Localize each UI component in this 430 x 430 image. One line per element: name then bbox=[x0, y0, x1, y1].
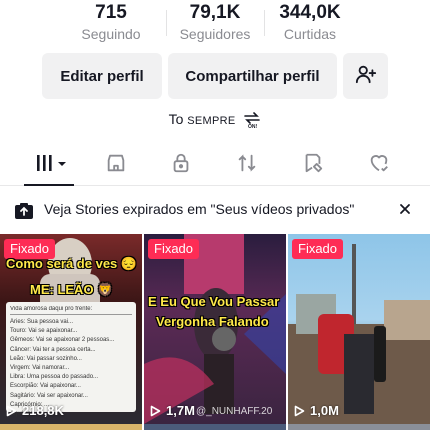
video-grid: Fixado Como será de ves 😔 ME: LEÃO 🦁 Vid… bbox=[0, 234, 430, 430]
repost-icon bbox=[236, 152, 258, 179]
view-count: 218,8K bbox=[6, 403, 64, 418]
tab-reposts[interactable] bbox=[227, 151, 267, 179]
following-label: Seguindo bbox=[81, 26, 141, 42]
likes-count: 344,0K bbox=[279, 2, 341, 23]
view-count-text: 1,0M bbox=[310, 403, 339, 418]
play-icon bbox=[294, 405, 305, 416]
following-stat[interactable]: 715 Seguindo bbox=[56, 2, 166, 43]
add-user-icon bbox=[355, 63, 377, 89]
video-2-art bbox=[144, 234, 286, 424]
followers-label: Seguidores bbox=[179, 26, 251, 42]
zodiac-line: Sagitário: Vai ser apaixonar... bbox=[10, 392, 88, 399]
bio-caps: SEMPRE bbox=[187, 115, 236, 127]
video-caption: Como será de ves 😔 bbox=[6, 256, 138, 271]
active-tab-indicator bbox=[24, 184, 74, 186]
next-row-edge bbox=[0, 424, 430, 430]
shop-icon bbox=[105, 152, 127, 179]
pinned-badge: Fixado bbox=[292, 239, 344, 259]
video-thumbnail[interactable]: Fixado E Eu Que Vou Passar Vergonha Fala… bbox=[144, 234, 286, 424]
video-thumbnail[interactable]: Fixado 1,0M bbox=[288, 234, 430, 424]
zodiac-line: Touro: Vai se apaixonar... bbox=[10, 328, 78, 335]
tab-favorites[interactable] bbox=[293, 151, 333, 179]
zodiac-line: Escorpião: Vai apaixonar... bbox=[10, 383, 81, 390]
lock-icon bbox=[170, 152, 192, 179]
tab-shop[interactable] bbox=[96, 151, 136, 179]
video-caption: E Eu Que Vou Passar bbox=[148, 294, 280, 309]
zodiac-line: Áries: Sua pessoa vai... bbox=[10, 319, 74, 325]
close-icon[interactable] bbox=[397, 201, 413, 222]
tab-private[interactable] bbox=[161, 151, 201, 179]
grid-icon bbox=[35, 154, 69, 177]
liked-icon bbox=[368, 152, 390, 179]
play-icon bbox=[150, 405, 161, 416]
bookmark-icon bbox=[302, 152, 324, 179]
following-count: 715 bbox=[95, 2, 127, 23]
view-count: 1,7M bbox=[150, 403, 195, 418]
video-3-art bbox=[288, 244, 430, 424]
profile-tabs bbox=[0, 145, 430, 186]
pinned-badge: Fixado bbox=[148, 239, 200, 259]
tab-videos[interactable] bbox=[32, 151, 72, 179]
view-count: 1,0M bbox=[294, 403, 339, 418]
profile-bio: To SEMPRE ON! bbox=[0, 111, 430, 130]
stories-notice-text: Veja Stories expirados em "Seus vídeos p… bbox=[44, 201, 355, 217]
zodiac-line: Libra: Uma pessoa do passado... bbox=[10, 374, 99, 381]
add-friend-button[interactable] bbox=[343, 53, 388, 99]
video-caption-2: ME: LEÃO 🦁 bbox=[30, 282, 114, 297]
stories-notice[interactable]: Veja Stories expirados em "Seus vídeos p… bbox=[0, 196, 430, 226]
view-count-text: 1,7M bbox=[166, 403, 195, 418]
zodiac-line: Gêmeos: Vai se apaixonar 2 pessoas... bbox=[10, 337, 115, 344]
zodiac-line: Virgem: Vai namorar... bbox=[10, 365, 70, 372]
story-camera-icon bbox=[14, 202, 34, 225]
svg-text:ON!: ON! bbox=[248, 124, 258, 129]
video-thumbnail[interactable]: Fixado Como será de ves 😔 ME: LEÃO 🦁 Vid… bbox=[0, 234, 142, 424]
video-caption-2: Vergonha Falando bbox=[156, 314, 269, 329]
view-count-text: 218,8K bbox=[22, 403, 64, 418]
likes-label: Curtidas bbox=[283, 26, 337, 42]
followers-count: 79,1K bbox=[189, 2, 241, 23]
edit-profile-button[interactable]: Editar perfil bbox=[42, 53, 162, 99]
on-arrows-icon: ON! bbox=[243, 111, 261, 130]
share-profile-button[interactable]: Compartilhar perfil bbox=[168, 53, 337, 99]
profile-stats: 715 Seguindo 79,1K Seguidores 344,0K Cur… bbox=[0, 0, 430, 46]
bio-prefix: To bbox=[168, 111, 184, 127]
tab-liked[interactable] bbox=[359, 151, 399, 179]
note-header: Vida amorosa daqui pro frente: bbox=[10, 306, 132, 315]
likes-stat[interactable]: 344,0K Curtidas bbox=[255, 2, 365, 43]
followers-stat[interactable]: 79,1K Seguidores bbox=[160, 2, 270, 43]
zodiac-line: Leão: Vai passar sozinho... bbox=[10, 355, 82, 362]
video-watermark: @_NUNHAFF.20 bbox=[196, 406, 273, 417]
play-icon bbox=[6, 405, 17, 416]
zodiac-line: Câncer: Vai ter a pessoa certa... bbox=[10, 346, 96, 353]
